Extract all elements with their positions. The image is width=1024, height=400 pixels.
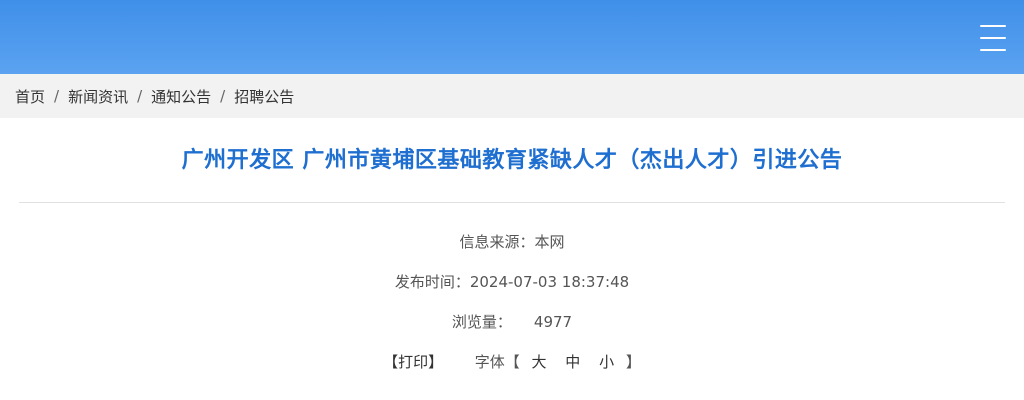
breadcrumb-notices[interactable]: 通知公告 <box>151 86 211 107</box>
views-line: 浏览量： 4977 <box>0 311 1024 332</box>
publish-time-label: 发布时间： <box>394 273 470 291</box>
font-size-large-button[interactable]: 大 <box>531 353 546 371</box>
views-count: 4977 <box>533 313 573 331</box>
menu-bar-line <box>980 49 1006 51</box>
print-button[interactable]: 【打印】 <box>383 353 443 371</box>
font-size-label: 字体【 <box>474 353 520 371</box>
header-bar <box>0 0 1024 74</box>
source-value: 本网 <box>534 233 565 251</box>
title-divider <box>19 202 1005 203</box>
article-title: 广州开发区 广州市黄埔区基础教育紧缺人才（杰出人才）引进公告 <box>181 148 843 173</box>
font-size-medium-button[interactable]: 中 <box>565 353 580 371</box>
font-size-small-button[interactable]: 小 <box>599 353 614 371</box>
breadcrumb-news[interactable]: 新闻资讯 <box>68 86 128 107</box>
breadcrumb-recruitment[interactable]: 招聘公告 <box>234 86 294 107</box>
menu-bar-line <box>980 37 1006 39</box>
source-line: 信息来源：本网 <box>0 231 1024 252</box>
article-tools: 【打印】 字体【 大 中 小 】 <box>0 351 1024 372</box>
font-size-bracket: 】 <box>625 353 641 371</box>
menu-bar-line <box>980 25 1006 27</box>
breadcrumb: 首页 / 新闻资讯 / 通知公告 / 招聘公告 <box>0 74 1024 118</box>
publish-time-line: 发布时间：2024-07-03 18:37:48 <box>0 271 1024 292</box>
views-label: 浏览量： <box>451 313 512 331</box>
breadcrumb-separator: / <box>137 87 143 105</box>
publish-time-value: 2024-07-03 18:37:48 <box>469 273 630 291</box>
source-label: 信息来源： <box>459 233 535 251</box>
breadcrumb-separator: / <box>54 87 60 105</box>
breadcrumb-separator: / <box>220 87 226 105</box>
breadcrumb-home[interactable]: 首页 <box>15 86 45 107</box>
hamburger-menu-icon[interactable] <box>980 25 1006 51</box>
